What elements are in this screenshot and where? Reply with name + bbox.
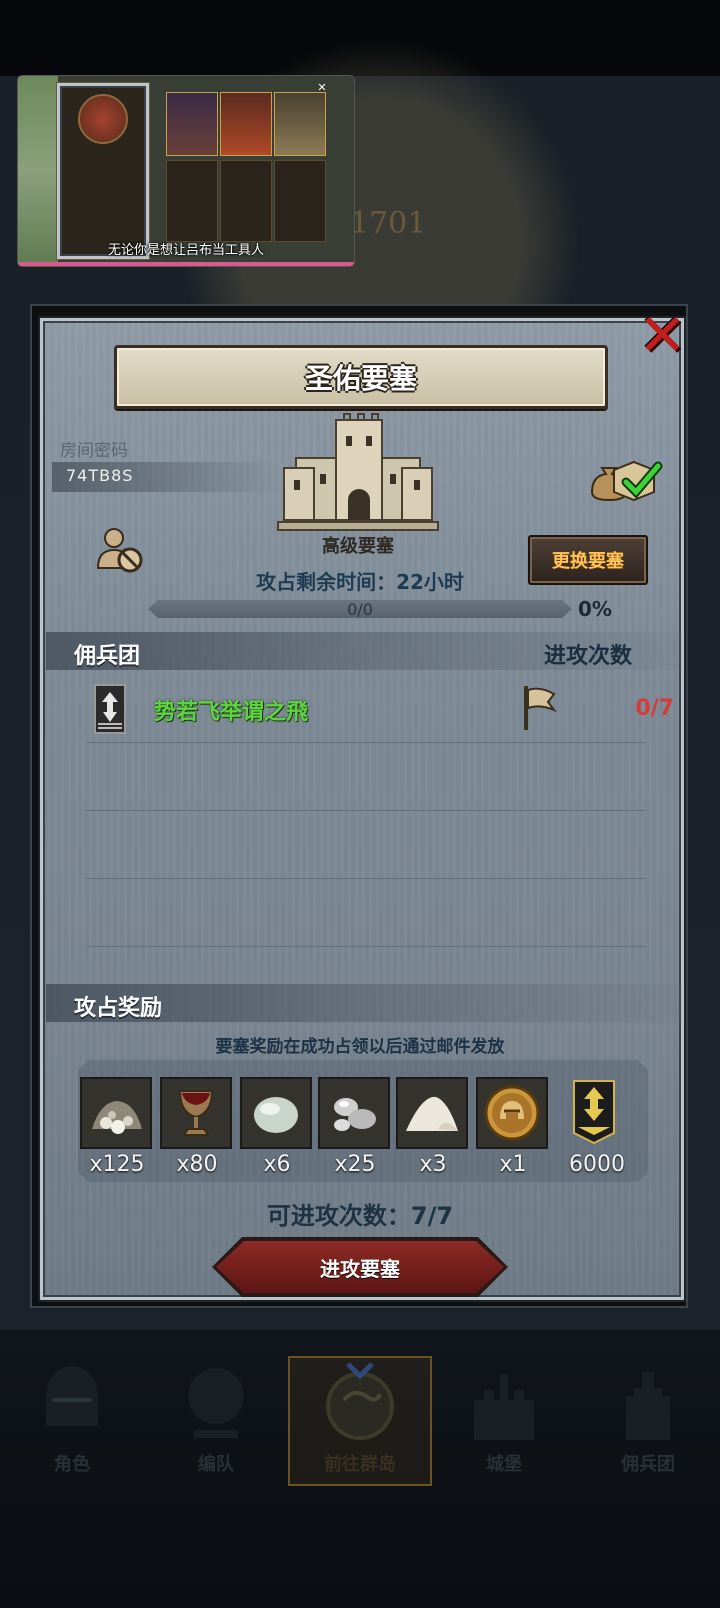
video-subtitle: 无论你是想让吕布当工具人: [107, 243, 264, 258]
attack-fortress-button[interactable]: 进攻要塞: [216, 1241, 504, 1293]
fortress-level: 高级要塞: [322, 536, 394, 557]
video-hero-card: [220, 92, 272, 156]
nav-item-islands[interactable]: 前往群岛: [288, 1356, 432, 1486]
flag-icon: [524, 686, 558, 730]
reward-count: 6000: [569, 1152, 625, 1177]
empty-guild-row: [86, 742, 646, 811]
change-fortress-button[interactable]: 更换要塞: [528, 535, 648, 585]
time-remaining: 攻占剩余时间：22小时: [256, 570, 464, 594]
guild-attack-count: 0/7: [635, 696, 674, 721]
nav-label: 佣兵团: [621, 1454, 675, 1475]
reward-count: x3: [419, 1152, 447, 1177]
compass-globe-icon: [326, 1362, 394, 1440]
supply-check-icon[interactable]: [586, 452, 666, 504]
video-close-button[interactable]: ✕: [316, 82, 328, 94]
empty-guild-row: [86, 810, 646, 879]
nav-label: 前往群岛: [324, 1454, 396, 1475]
room-code-value: 74TB8S: [66, 466, 134, 485]
silver-pebbles-icon[interactable]: [318, 1077, 390, 1149]
castle-icon: [277, 413, 439, 531]
goblet-icon[interactable]: [160, 1077, 232, 1149]
video-emblem-icon: [78, 94, 128, 144]
castle-nav-icon: [474, 1374, 534, 1440]
squad-icon: [188, 1368, 244, 1438]
video-hero-stats: [220, 160, 272, 242]
reward-count: x1: [499, 1152, 527, 1177]
video-hero-card: [166, 92, 218, 156]
video-map-strip: [18, 76, 58, 266]
capture-progress-text: 0/0: [347, 600, 373, 619]
video-hero-card: [274, 92, 326, 156]
bottom-nav: 角色 编队 前往群岛 城堡 佣兵团: [0, 1356, 720, 1486]
rewards-note: 要塞奖励在成功占领以后通过邮件发放: [215, 1037, 505, 1057]
nav-item-character[interactable]: 角色: [0, 1356, 144, 1486]
mercenaries-header: 佣兵团: [74, 644, 141, 669]
close-icon[interactable]: ✕: [638, 306, 687, 364]
egg-stone-icon[interactable]: [240, 1077, 312, 1149]
attack-count-header: 进攻次数: [544, 644, 633, 669]
guild-banner-icon: [94, 684, 126, 734]
dialog-title: 圣佑要塞: [304, 362, 417, 395]
available-attacks: 可进攻次数：7/7: [266, 1202, 454, 1230]
room-code-label: 房间密码: [60, 441, 128, 461]
map-number: 1701: [350, 206, 427, 241]
nav-label: 编队: [198, 1454, 234, 1475]
nav-label: 城堡: [486, 1454, 522, 1475]
knight-medal-icon[interactable]: [476, 1077, 548, 1149]
reward-count: x6: [263, 1152, 291, 1177]
floating-video-window[interactable]: ✕ 无论你是想让吕布当工具人: [18, 76, 354, 266]
nav-item-castle[interactable]: 城堡: [432, 1356, 576, 1486]
guild-name: 势若飞举谓之飛: [154, 700, 309, 725]
mercenary-icon: [626, 1372, 670, 1440]
nav-item-mercenaries[interactable]: 佣兵团: [576, 1356, 720, 1486]
reward-count: x125: [89, 1152, 145, 1177]
video-progress-strip: [18, 262, 354, 266]
capture-progress-percent: 0%: [578, 597, 612, 621]
nav-item-squad[interactable]: 编队: [144, 1356, 288, 1486]
person-blocked-icon[interactable]: [94, 526, 146, 574]
video-hero-stats: [166, 160, 218, 242]
knight-helmet-icon: [46, 1366, 98, 1426]
rewards-header: 攻占奖励: [74, 996, 163, 1021]
nav-label: 角色: [54, 1454, 90, 1475]
rank-badge-icon[interactable]: [560, 1077, 632, 1149]
title-banner: 圣佑要塞: [114, 345, 608, 409]
empty-guild-row: [86, 878, 646, 947]
video-hero-stats: [274, 160, 326, 242]
rock-pile-icon[interactable]: [80, 1077, 152, 1149]
reward-count: x80: [176, 1152, 218, 1177]
reward-count: x25: [334, 1152, 376, 1177]
salt-pile-icon[interactable]: [396, 1077, 468, 1149]
guild-row[interactable]: 势若飞举谓之飛 0/7: [86, 674, 674, 743]
